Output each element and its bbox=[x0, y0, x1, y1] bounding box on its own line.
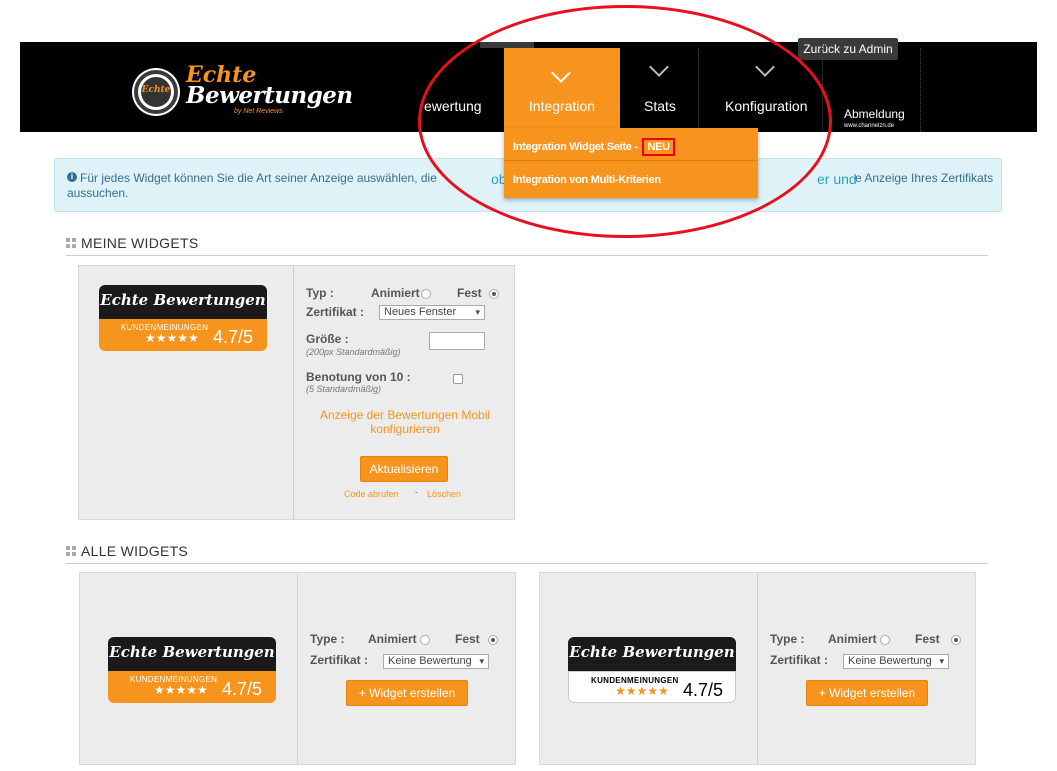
groesse-label: Größe : bbox=[306, 332, 349, 346]
benotung-hint: (5 Standardmäßig) bbox=[306, 384, 382, 394]
info-text: e Anzeige Ihres Zertifikats bbox=[855, 171, 994, 185]
shop-url: www.channelzn.de bbox=[844, 123, 895, 129]
benotung-label: Benotung von 10 : bbox=[306, 370, 411, 384]
nav-konfiguration[interactable]: Konfiguration bbox=[725, 98, 808, 114]
zertifikat-select[interactable]: Neues Fenster bbox=[379, 305, 485, 320]
nav-stats[interactable]: Stats bbox=[644, 98, 676, 114]
brand-logo[interactable]: Echte Echte Bewertungen by Net Reviews bbox=[134, 62, 354, 120]
info-icon: i bbox=[67, 172, 77, 182]
code-link[interactable]: Code abrufen bbox=[344, 489, 399, 499]
info-text: Für jedes Widget können Sie die Art sein… bbox=[80, 171, 437, 185]
nav-bewertung[interactable]: ewertung bbox=[424, 98, 482, 114]
logo-seal-icon: Echte bbox=[134, 70, 178, 114]
widget-badge-preview: Echte Bewertungen KUNDENMEINUNGEN ★★★★★ 4.… bbox=[108, 637, 276, 703]
animiert-label: Animiert bbox=[368, 632, 417, 646]
chevron-down-icon bbox=[551, 63, 571, 83]
delete-link[interactable]: Löschen bbox=[427, 489, 461, 499]
new-badge: NEU bbox=[642, 138, 675, 156]
grid-icon bbox=[66, 546, 77, 557]
zertifikat-label: Zertifikat : bbox=[770, 653, 829, 667]
section-title-all-widgets: ALLE WIDGETS bbox=[66, 543, 188, 559]
zertifikat-select[interactable]: Keine Bewertung bbox=[383, 654, 489, 669]
info-text: aussuchen. bbox=[67, 186, 129, 200]
animiert-label: Animiert bbox=[371, 286, 420, 300]
section-divider bbox=[66, 563, 988, 564]
radio-fest[interactable] bbox=[489, 289, 499, 299]
logout-link[interactable]: Abmeldung bbox=[844, 107, 905, 121]
typ-label: Typ : bbox=[306, 286, 334, 300]
grid-icon bbox=[66, 238, 77, 249]
animiert-label: Animiert bbox=[828, 632, 877, 646]
menu-divider bbox=[504, 160, 758, 161]
type-label: Type : bbox=[770, 632, 805, 646]
logo-text-bewertungen: Bewertungen bbox=[186, 82, 353, 109]
my-widget-card: Echte Bewertungen KUNDENMEINUNGEN ★★★★★ 4.… bbox=[78, 265, 515, 520]
card-divider bbox=[293, 266, 294, 519]
radio-animiert[interactable] bbox=[880, 635, 890, 645]
card-divider bbox=[757, 573, 758, 764]
card-divider bbox=[297, 573, 298, 764]
benotung-checkbox[interactable] bbox=[453, 374, 463, 384]
menu-item-integration-widget-seite[interactable]: Integration Widget Seite - NEU bbox=[513, 138, 675, 156]
nav-divider bbox=[698, 48, 699, 132]
section-title-my-widgets: MEINE WIDGETS bbox=[66, 235, 198, 251]
fest-label: Fest bbox=[455, 632, 480, 646]
groesse-input[interactable] bbox=[429, 332, 485, 350]
integration-dropdown-menu: Integration Widget Seite - NEU Integrati… bbox=[504, 128, 758, 198]
nav-integration[interactable]: Integration bbox=[504, 48, 620, 132]
fest-label: Fest bbox=[457, 286, 482, 300]
radio-animiert[interactable] bbox=[421, 289, 431, 299]
zertifikat-label: Zertifikat : bbox=[306, 305, 365, 319]
create-widget-button[interactable]: + Widget erstellen bbox=[806, 680, 928, 706]
type-label: Type : bbox=[310, 632, 345, 646]
nav-integration-label: Integration bbox=[528, 98, 596, 114]
radio-animiert[interactable] bbox=[420, 635, 430, 645]
info-text-partial: er und bbox=[817, 171, 857, 187]
nav-divider bbox=[822, 48, 823, 132]
back-to-admin-button[interactable]: Zurück zu Admin bbox=[798, 38, 898, 60]
fest-label: Fest bbox=[915, 632, 940, 646]
nav-divider bbox=[920, 48, 921, 132]
widget-template-card: Echte Bewertungen KUNDENMEINUNGEN ★★★★★ 4.… bbox=[539, 572, 976, 765]
mobile-config-link[interactable]: Anzeige der Bewertungen Mobil konfigurie… bbox=[305, 408, 505, 436]
radio-fest[interactable] bbox=[488, 635, 498, 645]
widget-template-card: Echte Bewertungen KUNDENMEINUNGEN ★★★★★ 4.… bbox=[79, 572, 516, 765]
groesse-hint: (200px Standardmäßig) bbox=[306, 347, 401, 357]
widget-badge-preview: Echte Bewertungen KUNDENMEINUNGEN ★★★★★ 4.… bbox=[99, 285, 267, 351]
widget-badge-preview: Echte Bewertungen KUNDENMEINUNGEN ★★★★★ 4.… bbox=[568, 637, 736, 703]
create-widget-button[interactable]: + Widget erstellen bbox=[346, 680, 468, 706]
zertifikat-select[interactable]: Keine Bewertung bbox=[843, 654, 949, 669]
update-button[interactable]: Aktualisieren bbox=[360, 456, 448, 482]
link-separator: - bbox=[415, 487, 418, 497]
radio-fest[interactable] bbox=[951, 635, 961, 645]
section-divider bbox=[66, 255, 988, 256]
menu-item-multi-kriterien[interactable]: Integration von Multi-Kriterien bbox=[513, 174, 661, 186]
logo-subtitle: by Net Reviews bbox=[234, 108, 283, 115]
zertifikat-label: Zertifikat : bbox=[310, 653, 369, 667]
